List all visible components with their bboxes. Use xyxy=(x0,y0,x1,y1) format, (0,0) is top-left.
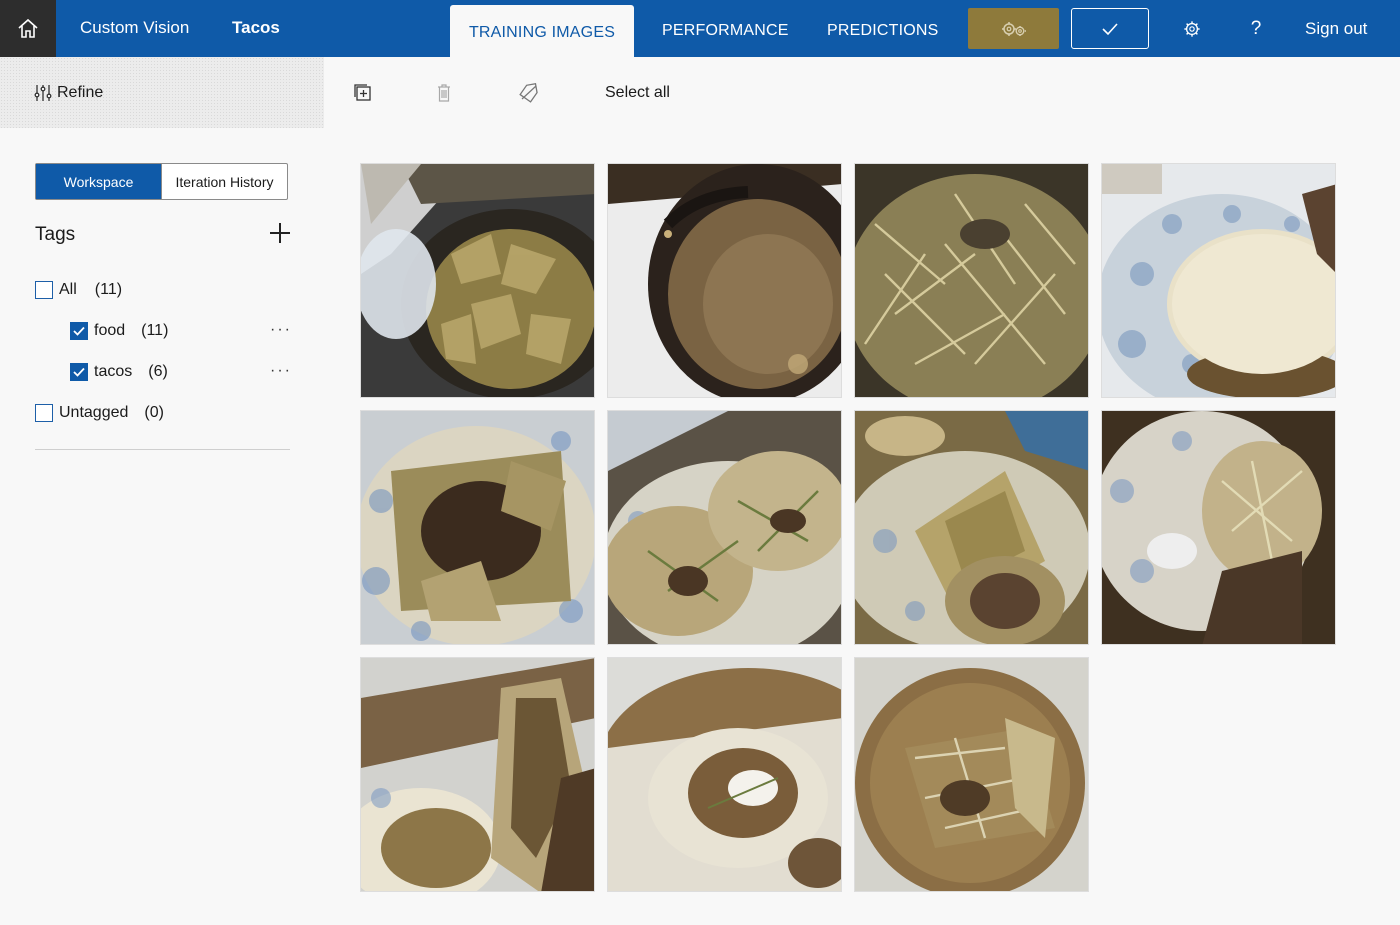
quick-test-button[interactable] xyxy=(1071,8,1149,49)
tab-performance[interactable]: PERFORMANCE xyxy=(662,22,789,40)
segment-workspace[interactable]: Workspace xyxy=(36,164,162,199)
tag-count: (11) xyxy=(141,322,169,339)
training-image[interactable] xyxy=(854,657,1089,892)
delete-button[interactable] xyxy=(433,82,455,104)
add-images-button[interactable] xyxy=(352,82,374,104)
training-image[interactable] xyxy=(607,657,842,892)
tag-count: (11) xyxy=(94,281,123,298)
checkbox[interactable] xyxy=(70,363,88,381)
refine-label: Refine xyxy=(57,84,104,101)
project-name[interactable]: Tacos xyxy=(232,18,280,38)
tab-predictions[interactable]: PREDICTIONS xyxy=(827,22,939,40)
training-image[interactable] xyxy=(1101,163,1336,398)
checkbox[interactable] xyxy=(70,322,88,340)
home-icon xyxy=(18,18,38,38)
tag-filter-untagged[interactable]: Untagged (0) xyxy=(35,404,164,422)
sidebar-divider xyxy=(35,449,290,450)
training-image[interactable] xyxy=(854,163,1089,398)
gear-icon xyxy=(1184,21,1200,37)
tag-icon xyxy=(519,83,538,103)
checkbox[interactable] xyxy=(35,404,53,422)
question-icon: ? xyxy=(1250,18,1262,39)
tag-count: (6) xyxy=(148,363,168,380)
tag-label: tacos xyxy=(94,363,133,380)
add-tag-button[interactable] xyxy=(268,221,292,245)
training-image[interactable] xyxy=(360,410,595,645)
tag-label: All xyxy=(59,281,77,298)
checkmark-icon xyxy=(73,367,85,377)
select-all-button[interactable]: Select all xyxy=(605,84,670,102)
tag-count: (0) xyxy=(144,404,164,421)
tag-filter-all[interactable]: All (11) xyxy=(35,281,122,299)
segment-iteration-history[interactable]: Iteration History xyxy=(162,164,287,199)
tags-heading: Tags xyxy=(35,224,76,245)
tag-filter-food[interactable]: food (11) xyxy=(70,322,168,340)
tag-label: Untagged xyxy=(59,404,129,421)
tab-training-images[interactable]: TRAINING IMAGES xyxy=(450,5,634,58)
filter-sliders-icon xyxy=(34,85,52,101)
home-button[interactable] xyxy=(0,0,56,57)
train-button[interactable] xyxy=(968,8,1059,49)
checkmark-icon xyxy=(1102,22,1118,35)
training-image[interactable] xyxy=(854,410,1089,645)
brand-title[interactable]: Custom Vision xyxy=(80,18,189,38)
checkmark-icon xyxy=(73,326,85,336)
tag-filter-tacos[interactable]: tacos (6) xyxy=(70,363,168,381)
gears-icon xyxy=(1001,21,1026,36)
training-image[interactable] xyxy=(360,163,595,398)
refine-button[interactable]: Refine xyxy=(34,84,103,102)
add-images-icon xyxy=(354,84,371,101)
tag-images-button[interactable] xyxy=(518,82,540,104)
training-image[interactable] xyxy=(607,163,842,398)
training-image[interactable] xyxy=(360,657,595,892)
sign-out-link[interactable]: Sign out xyxy=(1305,19,1367,39)
tag-more-options-food[interactable]: ··· xyxy=(270,321,292,339)
training-image[interactable] xyxy=(1101,410,1336,645)
checkbox[interactable] xyxy=(35,281,53,299)
view-switcher: Workspace Iteration History xyxy=(35,163,288,200)
plus-icon xyxy=(270,223,290,243)
tag-more-options-tacos[interactable]: ··· xyxy=(270,362,292,380)
delete-icon xyxy=(438,84,450,102)
settings-button[interactable] xyxy=(1181,18,1203,40)
training-image[interactable] xyxy=(607,410,842,645)
top-bar: Custom Vision Tacos TRAINING IMAGES PERF… xyxy=(0,0,1400,58)
tag-label: food xyxy=(94,322,126,339)
help-button[interactable]: ? xyxy=(1245,18,1267,40)
training-image-grid xyxy=(360,163,1336,892)
